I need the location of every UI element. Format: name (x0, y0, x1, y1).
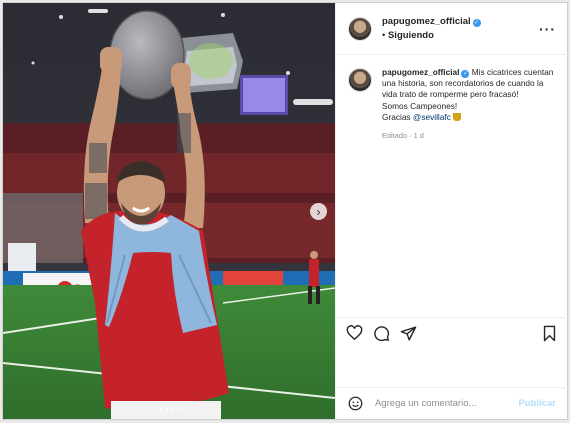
carousel-dot (164, 408, 168, 411)
carousel-indicator (3, 408, 335, 411)
post-photo[interactable]: Swis (3, 3, 335, 419)
emoji-icon[interactable] (348, 396, 363, 411)
author-avatar[interactable] (348, 16, 372, 41)
verified-badge-icon: ✓ (472, 18, 481, 27)
caption-text-line-2: Somos Campeones! (382, 100, 458, 111)
caption-username[interactable]: papugomez_official (382, 67, 459, 77)
publish-button[interactable]: Publicar (519, 398, 557, 409)
bookmark-icon[interactable] (541, 325, 558, 342)
carousel-dot-active (158, 408, 162, 411)
photo-scene: Swis (3, 3, 335, 419)
caption-author-avatar[interactable] (348, 68, 372, 92)
instagram-post-window: Swis (2, 2, 568, 420)
post-caption: papugomez_official ✓ Mis cicatrices cuent… (336, 55, 568, 141)
edited-timestamp: Editado · 1 d (382, 131, 424, 141)
post-sidebar: papugomez_official ✓ • Siguiendo ··· papu… (335, 3, 568, 419)
more-options-icon[interactable]: ··· (539, 21, 556, 37)
post-header: papugomez_official ✓ • Siguiendo ··· (336, 3, 568, 55)
mention-link[interactable]: @sevillafc (413, 112, 451, 122)
comment-composer: Publicar (336, 387, 568, 419)
caption-text-line-3: Gracias (382, 111, 411, 122)
separator-dot: • (382, 29, 386, 41)
carousel-dot (176, 408, 180, 411)
author-username[interactable]: papugomez_official (382, 16, 471, 27)
next-photo-button[interactable]: › (310, 203, 327, 220)
comment-input[interactable] (373, 397, 507, 410)
chevron-right-icon: › (316, 204, 321, 219)
paper-plane-icon[interactable] (400, 325, 417, 342)
heart-icon[interactable] (346, 325, 363, 342)
follow-status-button[interactable]: Siguiendo (388, 30, 434, 41)
comment-bubble-icon[interactable] (373, 325, 390, 342)
carousel-dot (170, 408, 174, 411)
author-info: papugomez_official ✓ • Siguiendo (382, 15, 481, 43)
verified-badge-icon: ✓ (461, 70, 470, 78)
caption-body: papugomez_official ✓ Mis cicatrices cuent… (382, 67, 556, 141)
post-actions-bar (336, 317, 568, 349)
trophy-emoji-icon (453, 112, 462, 121)
